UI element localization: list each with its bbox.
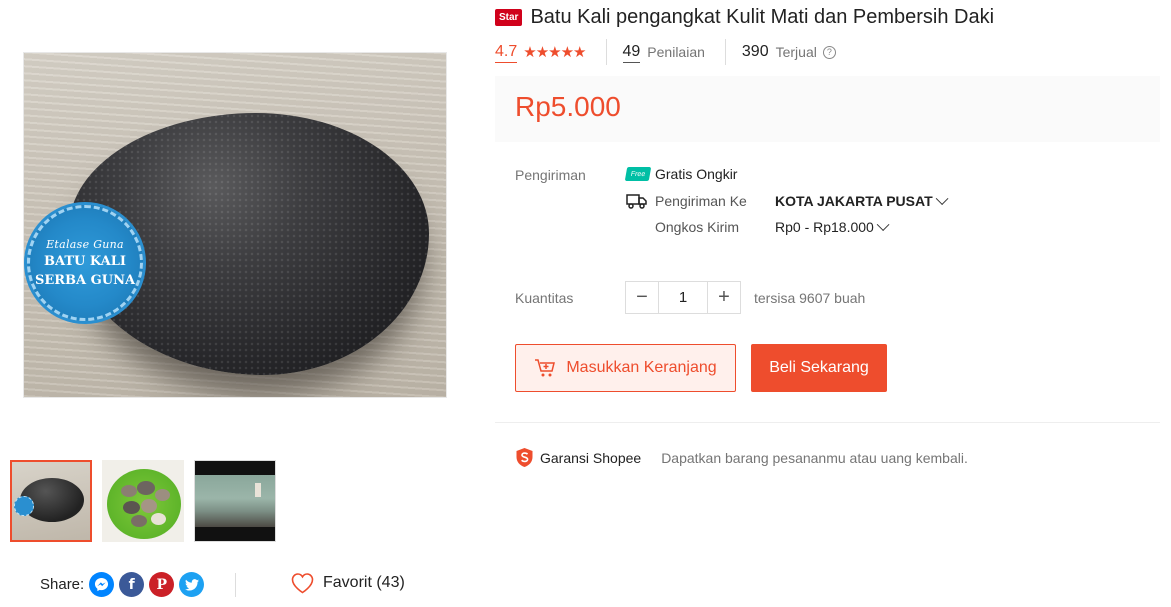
product-title: Batu Kali pengangkat Kulit Mati dan Pemb… [530, 6, 995, 28]
stock-remaining: tersisa 9607 buah [754, 290, 866, 306]
section-divider [495, 422, 1160, 423]
pebble [151, 513, 166, 525]
add-to-cart-button[interactable]: Masukkan Keranjang [515, 344, 736, 392]
pebble [121, 485, 137, 497]
person-figure [255, 483, 261, 497]
ship-cost-label: Ongkos Kirim [655, 219, 740, 235]
pebble [131, 515, 147, 527]
shield-icon [516, 448, 533, 467]
ship-to-selector[interactable]: KOTA JAKARTA PUSAT [775, 191, 949, 209]
quantity-label: Kuantitas [515, 290, 574, 306]
chevron-down-icon [935, 191, 949, 205]
review-count-label: Penilaian [647, 44, 705, 60]
heart-icon [291, 573, 314, 594]
pinterest-icon[interactable]: P [149, 572, 175, 597]
share-divider [235, 573, 236, 597]
guarantee-text: Dapatkan barang pesananmu atau uang kemb… [661, 449, 968, 466]
pebble [137, 481, 155, 495]
quantity-input[interactable]: 1 [658, 282, 708, 313]
price-box: Rp5.000 [495, 76, 1160, 142]
rating-value[interactable]: 4.7 [495, 42, 518, 63]
thumbnail-strip [10, 460, 276, 542]
shopee-guarantee[interactable]: Garansi Shopee Dapatkan barang pesananmu… [515, 447, 968, 468]
ship-cost-selector[interactable]: Rp0 - Rp18.000 [775, 217, 890, 235]
buy-now-button[interactable]: Beli Sekarang [751, 344, 887, 392]
guarantee-title: Garansi Shopee [540, 449, 642, 466]
sold-count: 390 [741, 43, 769, 60]
ship-to-row: Pengiriman Ke [626, 193, 747, 209]
cart-icon [535, 359, 556, 377]
pebble [123, 501, 140, 514]
ship-cost-row: Ongkos Kirim [655, 219, 739, 235]
seal-text-bottom: SERBA GUNA [34, 272, 136, 288]
thumbnail-2[interactable] [102, 460, 184, 542]
pebble [141, 499, 157, 513]
shipping-label: Pengiriman [515, 167, 586, 183]
shop-seal-watermark: Etalase Guna BATU KALI SERBA GUNA [27, 205, 143, 321]
facebook-icon[interactable]: f [119, 572, 145, 597]
river-scene [195, 475, 275, 527]
ship-to-value: KOTA JAKARTA PUSAT [775, 193, 933, 209]
product-price: Rp5.000 [515, 91, 621, 122]
free-shipping-icon: Free [624, 167, 652, 181]
pebble [155, 489, 170, 501]
rating-stars-icon: ★★★★★ [523, 44, 586, 61]
free-shipping-text: Gratis Ongkir [655, 166, 738, 182]
share-label: Share: [40, 576, 85, 593]
help-icon[interactable]: ? [822, 45, 836, 59]
quantity-increment-button[interactable]: + [708, 282, 740, 313]
thumbnail-1[interactable] [10, 460, 92, 542]
twitter-icon[interactable] [179, 572, 205, 597]
product-title-row: Star Batu Kali pengangkat Kulit Mati dan… [495, 6, 994, 29]
quantity-stepper: − 1 + [625, 281, 741, 314]
favorite-label: Favorit (43) [323, 574, 405, 591]
ship-to-label: Pengiriman Ke [655, 193, 747, 209]
sold-divider [724, 39, 726, 65]
messenger-icon[interactable] [89, 572, 115, 597]
product-main-image[interactable]: Etalase Guna BATU KALI SERBA GUNA [23, 52, 447, 398]
seal-text-middle: BATU KALI [44, 253, 126, 269]
free-shipping-row: Free Gratis Ongkir [624, 166, 738, 182]
rating-divider [605, 39, 607, 65]
quantity-decrement-button[interactable]: − [626, 282, 658, 313]
rating-row: 4.7 ★★★★★ 49 Penilaian 390 Terjual ? [495, 39, 836, 65]
add-to-cart-label: Masukkan Keranjang [566, 359, 717, 376]
review-count[interactable]: 49 [622, 42, 641, 63]
thumbnail-video[interactable] [194, 460, 276, 542]
thumbnail-seal [14, 496, 34, 516]
favorite-button[interactable]: Favorit (43) [290, 572, 405, 594]
share-bar: Share: f P [40, 572, 209, 597]
ship-cost-value: Rp0 - Rp18.000 [775, 219, 874, 235]
star-seller-badge: Star [495, 9, 523, 26]
seal-text-top: Etalase Guna [46, 237, 124, 251]
sold-label: Terjual [775, 44, 817, 60]
truck-icon [626, 194, 647, 209]
chevron-down-icon [876, 217, 890, 231]
